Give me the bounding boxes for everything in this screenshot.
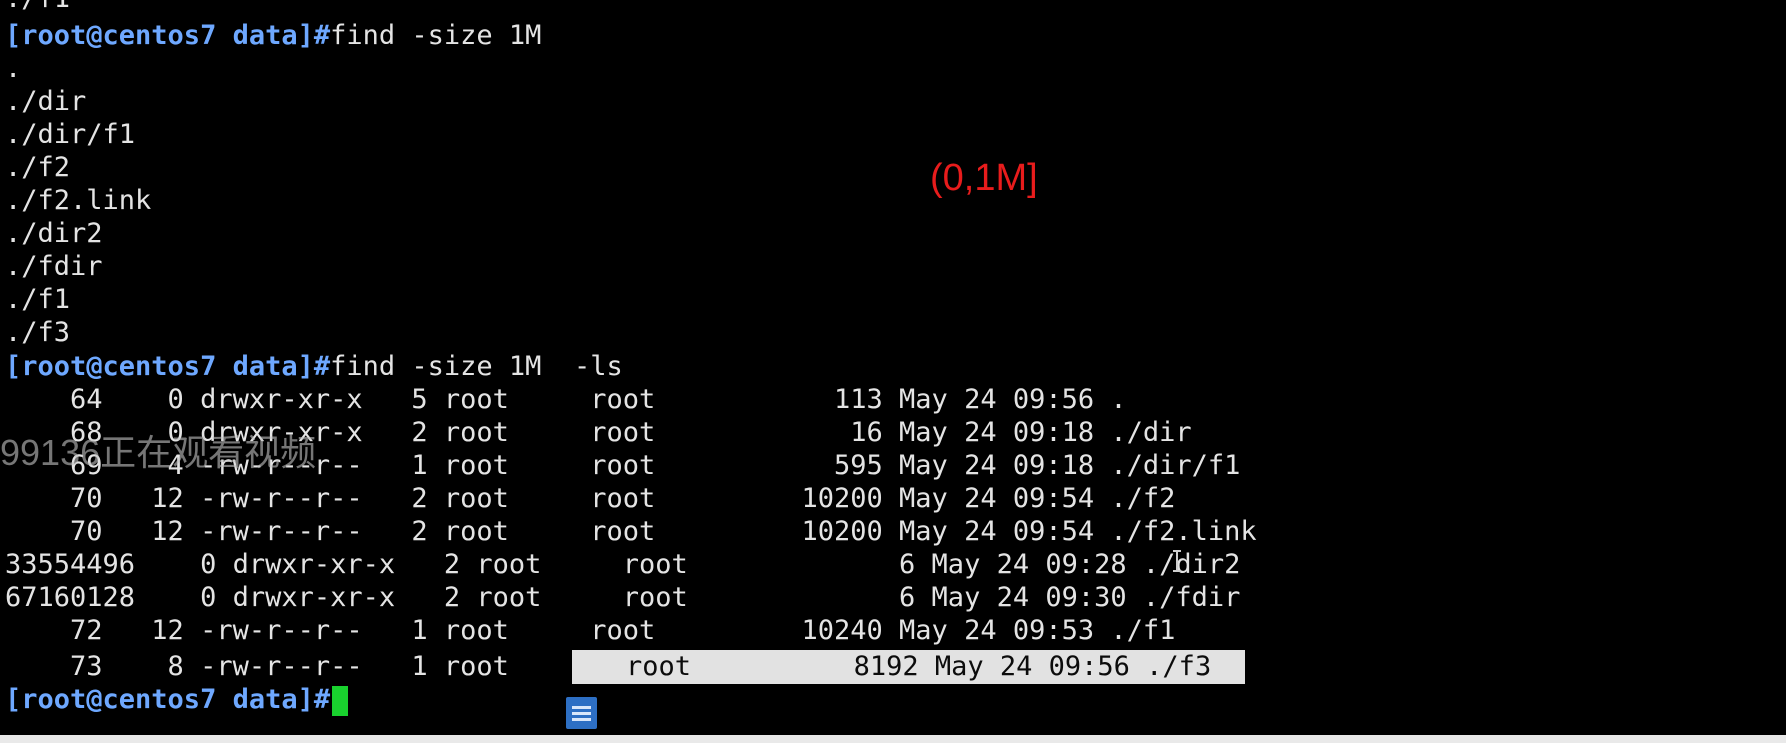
- cursor-block: [332, 685, 349, 716]
- shell-prompt: [root@centos7 data]#: [5, 351, 331, 382]
- terminal-line: ./f1: [5, 0, 70, 15]
- prompt-line: [root@centos7 data]#: [5, 683, 349, 716]
- output-line: ./dir: [5, 86, 87, 117]
- command-text: find -size 1M -ls: [330, 351, 623, 382]
- ls-row: 64 0 drwxr-xr-x 5 root root 113 May 24 0…: [5, 384, 1127, 415]
- selected-text[interactable]: root 8192 May 24 09:56 ./f3: [626, 650, 1211, 683]
- output-line: ./fdir: [5, 251, 103, 282]
- bottom-border: [0, 735, 1786, 743]
- output-line: ./f1: [5, 284, 71, 315]
- prompt-line: [root@centos7 data]#find -size 1M: [5, 19, 541, 52]
- notes-icon[interactable]: [566, 697, 597, 729]
- viewer-watermark: 99136正在观看视频: [0, 432, 317, 473]
- terminal-window[interactable]: ./f1 [root@centos7 data]#find -size 1M .…: [0, 0, 1786, 735]
- output-line: ./dir/f1: [5, 119, 136, 150]
- command-text: find -size 1M: [330, 20, 542, 51]
- output-line: ./f3: [5, 317, 71, 348]
- ls-row: 67160128 0 drwxr-xr-x 2 root root 6 May …: [5, 582, 1241, 613]
- annotation-label: (0,1M]: [930, 157, 1038, 199]
- ls-row: 70 12 -rw-r--r-- 2 root root 10200 May 2…: [5, 483, 1176, 514]
- ls-row: 73 8 -rw-r--r-- 1 root: [5, 651, 591, 682]
- output-line: .: [5, 53, 22, 84]
- output-line: ./dir2: [5, 218, 103, 249]
- text-cursor-icon: [1173, 550, 1181, 572]
- shell-prompt: [root@centos7 data]#: [5, 684, 331, 715]
- ls-row: 70 12 -rw-r--r-- 2 root root 10200 May 2…: [5, 516, 1257, 547]
- ls-row: 72 12 -rw-r--r-- 1 root root 10240 May 2…: [5, 615, 1176, 646]
- output-line: ./f2: [5, 152, 71, 183]
- prompt-line: [root@centos7 data]#find -size 1M -ls: [5, 350, 623, 383]
- ls-row: 33554496 0 drwxr-xr-x 2 root root 6 May …: [5, 549, 1241, 580]
- output-line: ./f2.link: [5, 185, 152, 216]
- shell-prompt: [root@centos7 data]#: [5, 20, 331, 51]
